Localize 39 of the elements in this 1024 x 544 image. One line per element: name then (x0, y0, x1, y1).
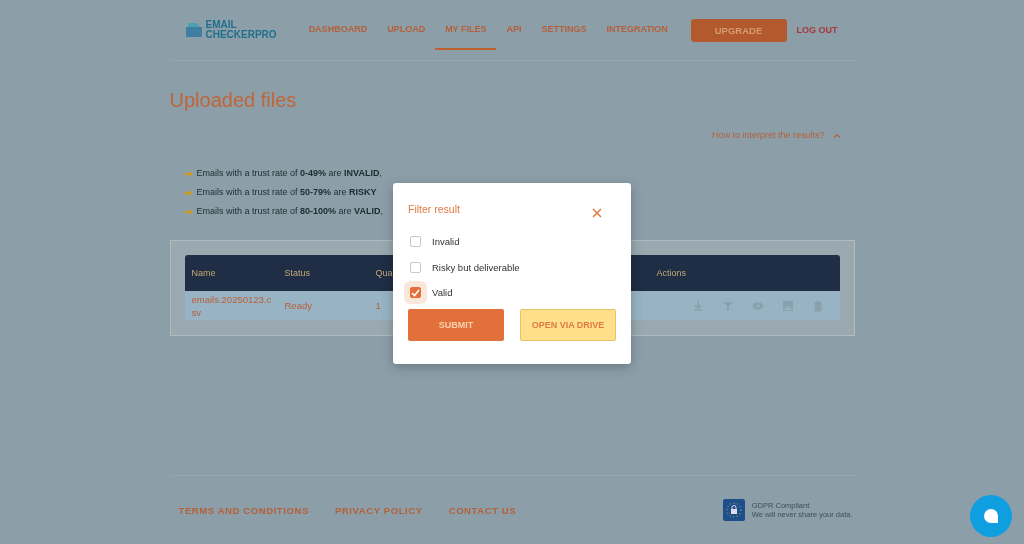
logo-icon (184, 22, 203, 38)
submit-button[interactable]: SUBMIT (408, 308, 504, 341)
nav-link[interactable]: DASHBOARD (298, 10, 378, 50)
footer-link[interactable]: TERMS AND CONDITIONS (178, 504, 309, 516)
footer-link[interactable]: PRIVACY POLICY (334, 504, 423, 516)
page-title: Uploaded files (169, 89, 298, 112)
chat-icon (983, 508, 999, 524)
column-header: Status (284, 268, 310, 278)
checkbox[interactable] (410, 236, 421, 248)
footer-link[interactable]: CONTACT US (448, 504, 517, 516)
table-cell: emails.20250123.csv (191, 292, 272, 319)
dialog-title: Filter result (408, 203, 460, 215)
drive-button[interactable]: OPEN VIA DRIVE (520, 308, 616, 341)
nav-link[interactable]: SETTINGS (531, 10, 597, 50)
logo-text: CHECKERPRO (205, 30, 277, 40)
column-header: Qua (375, 268, 393, 278)
help-toggle[interactable]: How to interpret the results? (711, 130, 825, 140)
column-header: Name (191, 268, 216, 278)
checkbox[interactable] (410, 261, 421, 273)
table-cell-text: Ready (284, 299, 313, 312)
bullet-text: Emails with a trust rate of 80-100% are VALID, (196, 206, 383, 216)
upgrade-button[interactable]: UPGRADE (690, 18, 787, 42)
logout-link[interactable]: LOG OUT (796, 25, 838, 35)
nav-link[interactable]: MY FILES (435, 10, 497, 50)
nav-link[interactable]: INTEGRATION (596, 10, 678, 50)
chevron-icon[interactable] (832, 132, 841, 138)
eu-lock-icon (722, 499, 745, 521)
bullet-text: Emails with a trust rate of 50-79% are RISKY (196, 187, 377, 197)
close-icon[interactable] (592, 208, 602, 218)
checkbox-label[interactable]: Invalid (432, 236, 460, 248)
logo-text: EMAIL (205, 20, 238, 30)
checkbox-label[interactable]: Valid (432, 287, 453, 299)
nav-link[interactable]: UPLOAD (377, 10, 436, 50)
chat-button[interactable] (970, 495, 1012, 537)
table-cell-text: 1 (375, 299, 382, 312)
nav-link[interactable]: API (496, 10, 532, 50)
checkbox-label[interactable]: Risky but deliverable (432, 261, 520, 273)
column-header: Actions (656, 268, 686, 278)
bullet-text: Emails with a trust rate of 0-49% are INVALID, (196, 168, 382, 178)
